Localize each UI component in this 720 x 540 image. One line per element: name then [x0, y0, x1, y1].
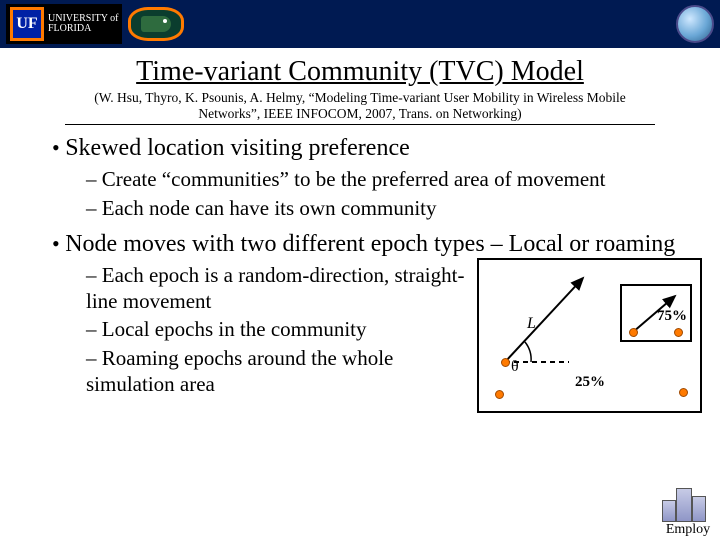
sub-each-node: Each node can have its own community — [86, 195, 720, 221]
sub-communities: Create “communities” to be the preferred… — [86, 166, 720, 192]
gators-logo — [128, 7, 184, 41]
node-dot — [501, 358, 510, 367]
length-label: L — [527, 315, 536, 333]
bullet-node-moves: Node moves with two different epoch type… — [52, 231, 720, 413]
simulation-area-rect: L θ 75% 25% — [477, 258, 702, 413]
citation-line-2: Networks”, IEEE INFOCOM, 2007, Trans. on… — [65, 106, 655, 125]
sub-epoch-random: Each epoch is a random-direction, straig… — [86, 262, 471, 315]
sub-list-2: Each epoch is a random-direction, straig… — [52, 262, 477, 399]
uf-wordmark-line2: FLORIDA — [48, 24, 118, 35]
uf-wordmark: UNIVERSITY of FLORIDA — [48, 14, 118, 35]
employ-label: Employ — [660, 522, 716, 538]
bullet-skewed-preference-text: Skewed location visiting preference — [65, 135, 410, 161]
sub-roaming-epochs: Roaming epochs around the whole simulati… — [86, 345, 471, 398]
buildings-icon — [660, 486, 716, 522]
gator-head-icon — [141, 16, 171, 32]
uf-block-icon: UF — [10, 7, 44, 41]
node-dot — [495, 390, 504, 399]
top-bullet-list: Skewed location visiting preference Crea… — [0, 135, 720, 413]
outer-percent-label: 25% — [575, 374, 605, 391]
slide-title: Time-variant Community (TVC) Model — [0, 56, 720, 88]
citation-block: (W. Hsu, Thyro, K. Psounis, A. Helmy, “M… — [28, 90, 692, 125]
globe-icon — [676, 5, 714, 43]
node-dot — [679, 388, 688, 397]
bullet-skewed-preference: Skewed location visiting preference Crea… — [52, 135, 720, 221]
node-dot — [674, 328, 683, 337]
citation-line-1: (W. Hsu, Thyro, K. Psounis, A. Helmy, “M… — [28, 90, 692, 106]
employ-corner: Employ — [660, 486, 716, 538]
angle-label: θ — [511, 358, 519, 376]
inner-percent-label: 75% — [657, 308, 687, 325]
sub-local-epochs: Local epochs in the community — [86, 316, 471, 342]
bullet-node-moves-text: Node moves with two different epoch type… — [65, 231, 675, 257]
sub-list-1: Create “communities” to be the preferred… — [52, 166, 720, 221]
movement-diagram: L θ 75% 25% — [477, 258, 702, 413]
node-dot — [629, 328, 638, 337]
uf-logo: UF UNIVERSITY of FLORIDA — [6, 4, 122, 44]
header-bar: UF UNIVERSITY of FLORIDA — [0, 0, 720, 48]
